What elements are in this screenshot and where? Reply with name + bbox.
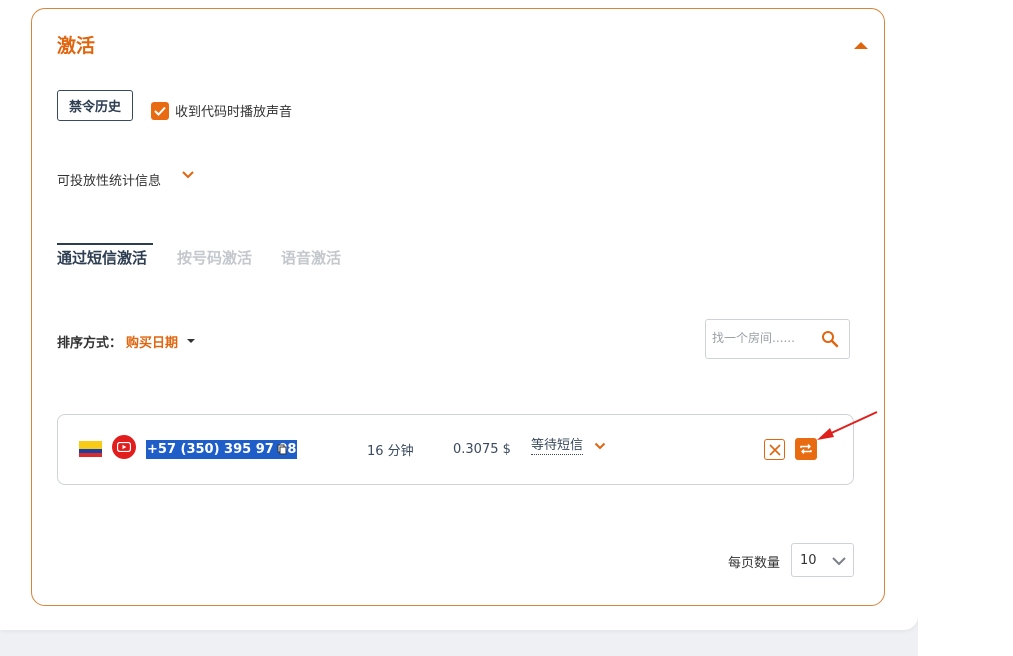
ban-history-button[interactable]: 禁令历史 (57, 90, 133, 121)
repeat-activation-button[interactable] (795, 438, 817, 460)
caret-down-icon[interactable] (187, 339, 195, 343)
tab-number-activation[interactable]: 按号码激活 (177, 247, 252, 272)
colombia-flag-icon (79, 441, 102, 457)
checkmark-icon (154, 106, 166, 116)
panel-title: 激活 (57, 35, 96, 57)
per-page-select[interactable]: 10 (791, 543, 854, 577)
sort-dropdown[interactable]: 购买日期 (126, 332, 178, 351)
page-background (918, 0, 1013, 656)
activation-price: 0.3075 $ (453, 442, 511, 457)
chevron-down-icon[interactable] (181, 169, 195, 181)
copy-icon[interactable] (277, 444, 287, 455)
activation-row: +57 (350) 395 97 08 16 分钟 0.3075 $ 等待短信 (57, 414, 854, 485)
play-sound-checkbox[interactable] (151, 102, 169, 120)
active-tab-indicator (57, 243, 153, 245)
per-page-value: 10 (800, 553, 817, 568)
collapse-caret-icon[interactable] (854, 42, 868, 49)
tab-voice-activation[interactable]: 语音激活 (281, 247, 341, 272)
search-icon[interactable] (821, 330, 839, 348)
per-page-label: 每页数量 (728, 556, 781, 571)
activation-status[interactable]: 等待短信 (531, 438, 584, 455)
chevron-down-icon[interactable] (594, 441, 606, 451)
cancel-activation-button[interactable] (764, 439, 785, 460)
search-input[interactable] (712, 331, 812, 345)
availability-stats-toggle[interactable]: 可投放性统计信息 (57, 170, 161, 189)
phone-number[interactable]: +57 (350) 395 97 08 (146, 440, 298, 459)
play-sound-label[interactable]: 收到代码时播放声音 (175, 101, 292, 120)
tab-sms-activation[interactable]: 通过短信激活 (57, 247, 147, 272)
repeat-icon (800, 444, 812, 454)
youtube-icon (112, 435, 136, 459)
search-field[interactable] (705, 319, 850, 359)
sort-label: 排序方式： (57, 336, 123, 351)
activation-panel: 激活 禁令历史 收到代码时播放声音 可投放性统计信息 通过短信激活 按号码激活 … (31, 8, 885, 606)
chevron-down-icon[interactable] (831, 555, 847, 567)
remaining-time: 16 分钟 (367, 444, 414, 459)
close-icon (768, 443, 781, 456)
